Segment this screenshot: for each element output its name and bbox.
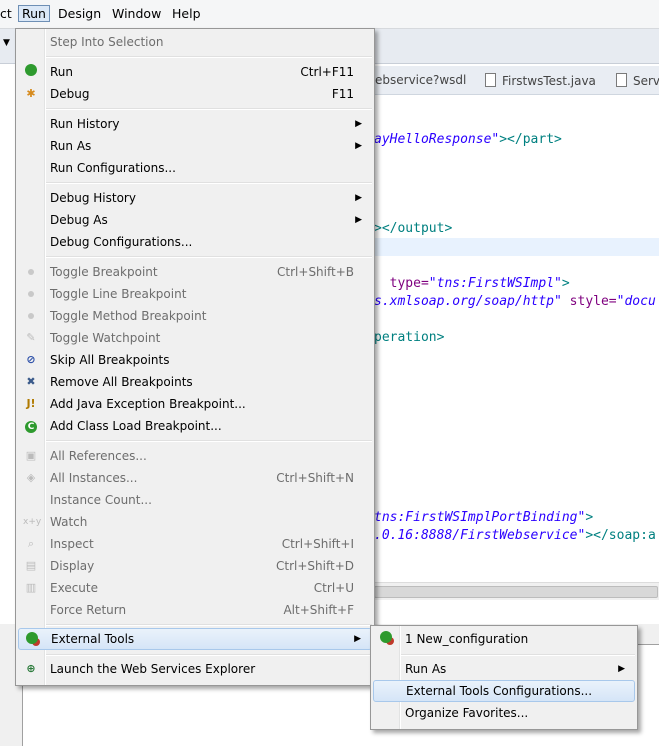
- menu-item-instance-count[interactable]: Instance Count...: [18, 489, 372, 511]
- menu-item-organize-favorites[interactable]: Organize Favorites...: [373, 702, 635, 724]
- breakpoint-icon: [23, 308, 39, 324]
- menu-item-watch[interactable]: x+y Watch: [18, 511, 372, 533]
- menu-item-run-history[interactable]: Run History ▶: [18, 113, 372, 135]
- remove-breakpoints-icon: ✖: [26, 375, 36, 388]
- menubar-item-run[interactable]: Run: [18, 5, 50, 22]
- skip-breakpoints-icon: ⊘: [26, 353, 36, 366]
- submenu-arrow-icon: ▶: [355, 119, 362, 129]
- menu-item-debug-history[interactable]: Debug History ▶: [18, 187, 372, 209]
- exception-icon: J!: [26, 397, 36, 410]
- menu-separator: [46, 440, 372, 442]
- menu-item-run[interactable]: Run Ctrl+F11: [18, 61, 372, 83]
- menu-item-debug[interactable]: ✱ Debug F11: [18, 83, 372, 105]
- debug-icon: ✱: [26, 87, 36, 100]
- menubar-item-design[interactable]: Design: [58, 6, 101, 21]
- menu-separator: [46, 56, 372, 58]
- menu-separator: [401, 654, 635, 656]
- submenu-arrow-icon: ▶: [354, 634, 361, 644]
- java-file-icon: [485, 73, 496, 87]
- menu-item-display[interactable]: ▤ Display Ctrl+Shift+D: [18, 555, 372, 577]
- menu-separator: [46, 256, 372, 258]
- menu-item-debug-configurations[interactable]: Debug Configurations...: [18, 231, 372, 253]
- submenu-arrow-icon: ▶: [355, 215, 362, 225]
- menu-item-toggle-method-breakpoint[interactable]: Toggle Method Breakpoint: [18, 305, 372, 327]
- instances-icon: ◈: [26, 471, 36, 484]
- menubar-item-help[interactable]: Help: [172, 6, 201, 21]
- menu-item-force-return[interactable]: Force Return Alt+Shift+F: [18, 599, 372, 621]
- code-line: peration>: [374, 330, 445, 345]
- menu-item-step-into-selection[interactable]: Step Into Selection: [18, 31, 372, 53]
- breakpoint-icon: [23, 286, 39, 302]
- tab-serv[interactable]: Serv: [616, 73, 659, 88]
- current-line-highlight: [374, 238, 659, 256]
- code-line: ayHelloResponse"></part>: [374, 132, 562, 147]
- breakpoint-icon: [23, 264, 39, 280]
- menu-item-remove-all-breakpoints[interactable]: ✖ Remove All Breakpoints: [18, 371, 372, 393]
- menu-separator: [46, 654, 372, 656]
- menu-separator: [46, 108, 372, 110]
- run-icon: [23, 64, 39, 80]
- menu-item-launch-web-services-explorer[interactable]: ⊕ Launch the Web Services Explorer: [18, 658, 372, 680]
- menu-item-inspect[interactable]: ⌕ Inspect Ctrl+Shift+I: [18, 533, 372, 555]
- menu-item-toggle-breakpoint[interactable]: Toggle Breakpoint Ctrl+Shift+B: [18, 261, 372, 283]
- code-line: type="tns:FirstWSImpl">: [389, 276, 570, 291]
- menu-separator: [46, 624, 372, 626]
- menu-item-external-tools-configurations[interactable]: External Tools Configurations...: [373, 680, 635, 702]
- code-line: .0.16:8888/FirstWebservice"></soap:a: [374, 528, 656, 543]
- menu-item-all-instances[interactable]: ◈ All Instances... Ctrl+Shift+N: [18, 467, 372, 489]
- menu-item-run-as-submenu[interactable]: Run As ▶: [373, 658, 635, 680]
- view-menu-icon[interactable]: ▼: [3, 38, 10, 48]
- submenu-arrow-icon: ▶: [355, 193, 362, 203]
- menu-item-add-java-exception-breakpoint[interactable]: J! Add Java Exception Breakpoint...: [18, 393, 372, 415]
- external-tools-submenu: 1 New_configuration Run As ▶ External Too…: [370, 625, 638, 730]
- menu-item-execute[interactable]: ▥ Execute Ctrl+U: [18, 577, 372, 599]
- menu-bar: ct Run Design Window Help: [0, 0, 659, 29]
- menubar-item-project[interactable]: ct: [0, 6, 12, 21]
- code-line: s.xmlsoap.org/soap/http" style="docu: [374, 294, 656, 309]
- menu-item-toggle-watchpoint[interactable]: ✎ Toggle Watchpoint: [18, 327, 372, 349]
- menu-item-external-tools[interactable]: External Tools ▶: [18, 628, 372, 650]
- menu-separator: [46, 182, 372, 184]
- tab-firstwstest[interactable]: FirstwsTest.java: [485, 73, 596, 88]
- external-tools-icon: [378, 631, 394, 647]
- web-services-icon: ⊕: [26, 662, 36, 675]
- menu-item-run-configurations[interactable]: Run Configurations...: [18, 157, 372, 179]
- run-menu: Step Into Selection Run Ctrl+F11 ✱ Debug F…: [15, 28, 375, 686]
- references-icon: ▣: [25, 449, 37, 462]
- watch-icon: x+y: [23, 517, 42, 527]
- execute-icon: ▥: [25, 581, 37, 594]
- inspect-icon: ⌕: [27, 537, 35, 550]
- horizontal-scrollbar[interactable]: [374, 582, 659, 600]
- external-tools-icon: [24, 632, 40, 648]
- menu-item-debug-as[interactable]: Debug As ▶: [18, 209, 372, 231]
- editor-tab-bar: ebservice?wsdl FirstwsTest.java Serv: [375, 66, 659, 95]
- java-file-icon: [616, 73, 627, 87]
- display-icon: ▤: [25, 559, 37, 572]
- submenu-arrow-icon: ▶: [355, 141, 362, 151]
- code-line: ></output>: [374, 221, 453, 236]
- watchpoint-icon: ✎: [26, 331, 36, 344]
- menu-item-skip-all-breakpoints[interactable]: ⊘ Skip All Breakpoints: [18, 349, 372, 371]
- menu-item-add-class-load-breakpoint[interactable]: C Add Class Load Breakpoint...: [18, 415, 372, 437]
- submenu-arrow-icon: ▶: [618, 664, 625, 674]
- menu-item-all-references[interactable]: ▣ All References...: [18, 445, 372, 467]
- tab-wsdl[interactable]: ebservice?wsdl: [375, 73, 466, 87]
- scrollbar-thumb[interactable]: [374, 586, 658, 598]
- menu-item-new-configuration[interactable]: 1 New_configuration: [373, 628, 635, 650]
- code-line: tns:FirstWSImplPortBinding">: [374, 510, 594, 525]
- class-load-icon: C: [23, 418, 39, 434]
- menu-item-run-as[interactable]: Run As ▶: [18, 135, 372, 157]
- menubar-item-window[interactable]: Window: [112, 6, 161, 21]
- menu-item-toggle-line-breakpoint[interactable]: Toggle Line Breakpoint: [18, 283, 372, 305]
